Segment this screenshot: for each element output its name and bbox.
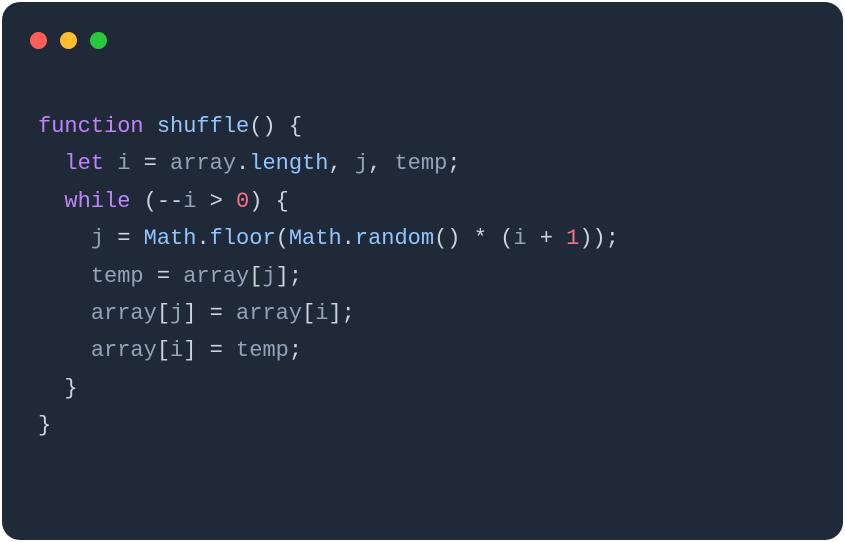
code-line: function shuffle() { (38, 108, 807, 145)
code-token-op: = (117, 226, 143, 251)
code-line: array[i] = temp; (38, 332, 807, 369)
code-token-prop: floor (210, 226, 276, 251)
code-token-punct (276, 114, 289, 139)
code-token-builtin: Math (289, 226, 342, 251)
zoom-icon[interactable] (90, 32, 107, 49)
code-token-ident: i (117, 151, 143, 176)
code-token-ident: i (183, 189, 209, 214)
code-token-op: + (540, 226, 566, 251)
code-token-ident: array (91, 338, 157, 363)
code-token-funcdef: shuffle (157, 114, 249, 139)
code-token-punct: { (289, 114, 302, 139)
titlebar (2, 2, 843, 54)
code-token-punct: [ (157, 301, 170, 326)
code-token-punct: { (276, 189, 289, 214)
code-token-punct: [ (249, 264, 262, 289)
code-token-ident: j (170, 301, 183, 326)
code-token-punct: ( (144, 189, 157, 214)
code-token-prop: random (355, 226, 434, 251)
code-token-ident: j (91, 226, 117, 251)
code-token-punct: ]; (276, 264, 302, 289)
code-token-punct: () (434, 226, 460, 251)
code-token-punct: ( (500, 226, 513, 251)
code-token-punct: } (38, 376, 78, 401)
code-token-punct: )); (579, 226, 619, 251)
code-token-punct: ]; (328, 301, 354, 326)
close-icon[interactable] (30, 32, 47, 49)
code-token-ident: temp (394, 151, 447, 176)
code-token-punct (38, 151, 64, 176)
code-token-punct: ] (183, 301, 196, 326)
code-token-punct (38, 264, 91, 289)
code-token-punct (38, 301, 91, 326)
code-token-punct: . (236, 151, 249, 176)
code-token-punct: [ (157, 338, 170, 363)
code-token-ident: i (170, 338, 183, 363)
code-token-op: = (144, 151, 170, 176)
code-token-punct: ; (289, 338, 302, 363)
minimize-icon[interactable] (60, 32, 77, 49)
code-token-punct (38, 226, 91, 251)
code-token-op: = (196, 338, 236, 363)
code-token-punct: , (368, 151, 394, 176)
code-line: } (38, 370, 807, 407)
code-token-punct: ; (447, 151, 460, 176)
code-token-ident: array (91, 301, 157, 326)
code-token-punct: [ (302, 301, 315, 326)
code-token-ident: j (262, 264, 275, 289)
code-token-op: * (461, 226, 501, 251)
code-token-op: = (196, 301, 236, 326)
code-token-punct: ) (249, 189, 262, 214)
code-token-ident: array (183, 264, 249, 289)
code-line: temp = array[j]; (38, 258, 807, 295)
code-line: j = Math.floor(Math.random() * (i + 1)); (38, 220, 807, 257)
code-line: let i = array.length, j, temp; (38, 145, 807, 182)
code-token-punct: } (38, 413, 51, 438)
code-token-ident: temp (91, 264, 157, 289)
code-token-punct: . (196, 226, 209, 251)
code-line: while (--i > 0) { (38, 183, 807, 220)
code-token-ident: j (355, 151, 368, 176)
code-token-punct: () (249, 114, 275, 139)
code-token-op: > (210, 189, 236, 214)
code-token-punct (38, 189, 64, 214)
code-token-number: 1 (566, 226, 579, 251)
code-line: array[j] = array[i]; (38, 295, 807, 332)
code-token-punct: ( (276, 226, 289, 251)
code-token-ident: array (236, 301, 302, 326)
code-token-keyword: while (64, 189, 143, 214)
code-token-prop: length (249, 151, 328, 176)
code-token-op: -- (157, 189, 183, 214)
code-token-punct: . (342, 226, 355, 251)
code-token-punct: , (328, 151, 354, 176)
code-token-ident: array (170, 151, 236, 176)
code-editor: function shuffle() { let i = array.lengt… (2, 54, 843, 481)
code-token-op: = (157, 264, 183, 289)
code-token-keyword: function (38, 114, 157, 139)
code-window: function shuffle() { let i = array.lengt… (2, 2, 843, 540)
code-token-punct (38, 338, 91, 363)
code-token-ident: temp (236, 338, 289, 363)
code-token-keyword: let (64, 151, 117, 176)
code-token-punct: ] (183, 338, 196, 363)
code-line: } (38, 407, 807, 444)
code-token-ident: i (315, 301, 328, 326)
code-token-number: 0 (236, 189, 249, 214)
code-token-builtin: Math (144, 226, 197, 251)
code-token-ident: i (513, 226, 539, 251)
code-token-punct (262, 189, 275, 214)
